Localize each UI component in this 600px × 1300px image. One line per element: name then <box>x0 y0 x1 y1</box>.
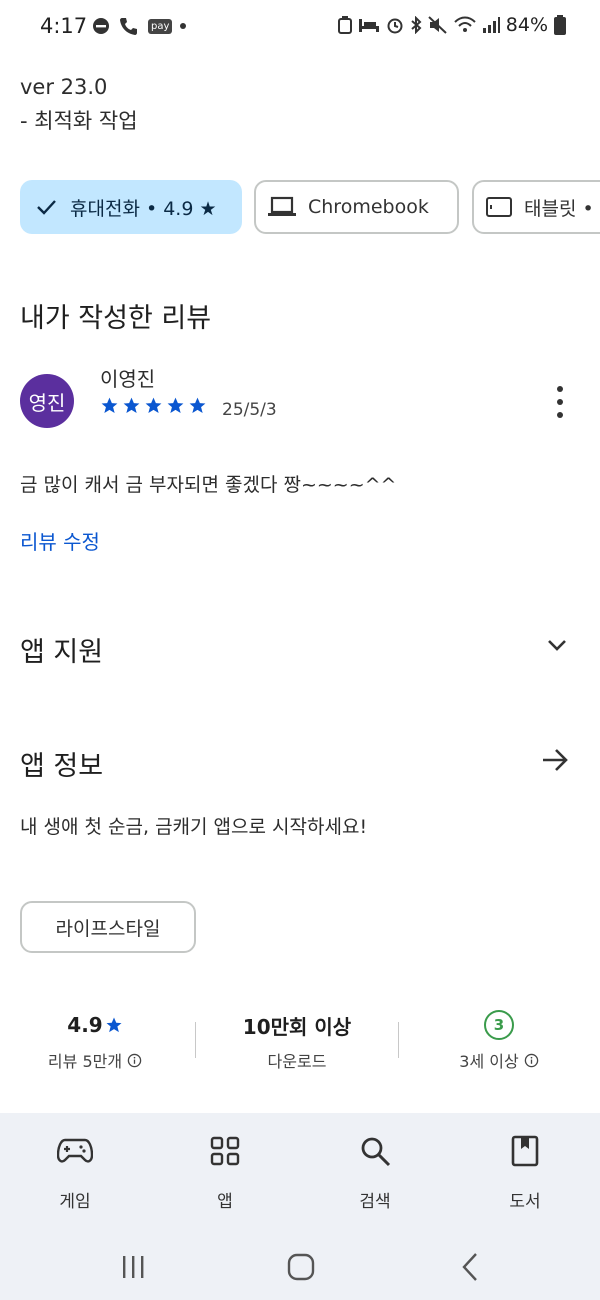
back-icon <box>462 1253 477 1281</box>
edit-review-link[interactable]: 리뷰 수정 <box>20 526 100 555</box>
rating-sub: 리뷰 5만개 <box>47 1052 123 1071</box>
nav-games-label: 게임 <box>59 1192 91 1212</box>
alarm-icon <box>387 18 403 34</box>
battery-percent: 84% <box>505 14 548 36</box>
search-icon <box>325 1131 425 1171</box>
nav-search-label: 검색 <box>359 1192 391 1212</box>
call-icon <box>120 18 137 35</box>
system-navigation-bar <box>0 1235 600 1300</box>
category-tag-button[interactable]: 라이프스타일 <box>20 901 196 953</box>
more-dot <box>557 412 563 418</box>
review-text: 금 많이 캐서 금 부자되면 좋겠다 짱~~~~^^ <box>20 474 397 496</box>
back-button[interactable] <box>450 1247 490 1287</box>
star-icon <box>167 397 184 414</box>
downloads-stat: 10만회 이상 다운로드 <box>222 1010 372 1072</box>
device-chip-row: 휴대전화 • 4.9 ★ Chromebook 태블릿 • <box>20 180 600 236</box>
avatar: 영진 <box>20 374 74 428</box>
nav-search[interactable]: 검색 <box>325 1131 425 1212</box>
stat-divider <box>195 1022 196 1058</box>
signal-icon <box>482 17 500 33</box>
app-info-title[interactable]: 앱 정보 <box>20 744 103 783</box>
star-icon <box>101 397 118 414</box>
chip-phone[interactable]: 휴대전화 • 4.9 ★ <box>20 180 242 234</box>
chip-tablet-label: 태블릿 • <box>524 197 594 220</box>
recent-apps-button[interactable] <box>113 1247 153 1287</box>
chevron-down-icon <box>548 640 566 651</box>
info-icon <box>127 1053 142 1067</box>
app-info-arrow-button[interactable] <box>540 745 570 779</box>
arrow-right-icon <box>543 749 568 771</box>
bed-icon <box>358 19 379 32</box>
battery-saver-icon <box>337 16 352 34</box>
nav-books[interactable]: 도서 <box>475 1131 575 1212</box>
star-icon <box>189 397 206 414</box>
downloads-value: 10만회 이상 <box>242 1014 352 1039</box>
recents-icon <box>123 1256 144 1278</box>
status-time: 4:17 <box>40 14 88 38</box>
my-review-title: 내가 작성한 리뷰 <box>20 303 212 334</box>
laptop-icon <box>268 196 296 218</box>
nav-games[interactable]: 게임 <box>25 1131 125 1212</box>
rating-value: 4.9 <box>67 1013 103 1037</box>
book-icon <box>475 1131 575 1171</box>
home-button[interactable] <box>281 1247 321 1287</box>
whats-new-notes: ver 23.0 - 최적화 작업 <box>20 70 138 138</box>
more-options-button[interactable] <box>548 382 572 422</box>
home-icon <box>287 1253 315 1281</box>
check-icon <box>34 195 58 219</box>
change-line: - 최적화 작업 <box>20 109 138 133</box>
star-icon <box>123 397 140 414</box>
pay-badge: pay <box>148 18 173 34</box>
chip-chromebook[interactable]: Chromebook <box>254 180 459 234</box>
age-badge: 3 <box>484 1010 514 1040</box>
nav-apps[interactable]: 앱 <box>175 1131 275 1212</box>
apps-grid-icon <box>175 1131 275 1171</box>
downloads-sub: 다운로드 <box>267 1052 327 1071</box>
review-date: 25/5/3 <box>222 400 277 420</box>
chip-phone-label: 휴대전화 • 4.9 ★ <box>70 197 217 220</box>
age-sub: 3세 이상 <box>459 1052 519 1071</box>
info-icon <box>524 1053 538 1067</box>
status-left-icons: pay <box>92 16 187 36</box>
gamepad-icon <box>25 1131 125 1171</box>
star-icon <box>145 397 162 414</box>
status-right-icons: 84% <box>337 14 566 36</box>
app-support-title[interactable]: 앱 지원 <box>20 630 103 669</box>
avatar-text: 영진 <box>28 390 66 415</box>
app-description: 내 생애 첫 순금, 금캐기 앱으로 시작하세요! <box>20 816 368 838</box>
more-vert-icon <box>557 386 563 392</box>
age-rating-stat[interactable]: 3 3세 이상 <box>424 1010 574 1072</box>
mute-icon <box>428 16 447 34</box>
battery-icon <box>554 15 566 35</box>
star-icon <box>106 1017 122 1033</box>
chip-tablet[interactable]: 태블릿 • <box>472 180 600 234</box>
status-bar: 4:17 pay 84% <box>0 0 600 56</box>
review-stars <box>100 396 207 415</box>
bottom-navigation: 게임 앱 검색 도서 <box>0 1113 600 1235</box>
stat-divider <box>398 1022 399 1058</box>
tablet-icon <box>486 197 512 217</box>
nav-apps-label: 앱 <box>217 1192 233 1212</box>
expand-button[interactable] <box>544 632 570 662</box>
chip-chromebook-label: Chromebook <box>308 196 429 218</box>
app-stats: 4.9 리뷰 5만개 10만회 이상 다운로드 3 3세 이상 <box>0 1010 600 1080</box>
reviewer-name: 이영진 <box>100 367 156 391</box>
more-dot <box>557 399 563 405</box>
version-line: ver 23.0 <box>20 75 108 99</box>
wifi-icon <box>454 16 476 32</box>
bluetooth-icon <box>411 16 422 34</box>
rating-stat[interactable]: 4.9 리뷰 5만개 <box>20 1010 170 1072</box>
nav-books-label: 도서 <box>509 1192 541 1212</box>
dnd-icon <box>93 18 109 34</box>
notification-dot <box>180 23 187 29</box>
